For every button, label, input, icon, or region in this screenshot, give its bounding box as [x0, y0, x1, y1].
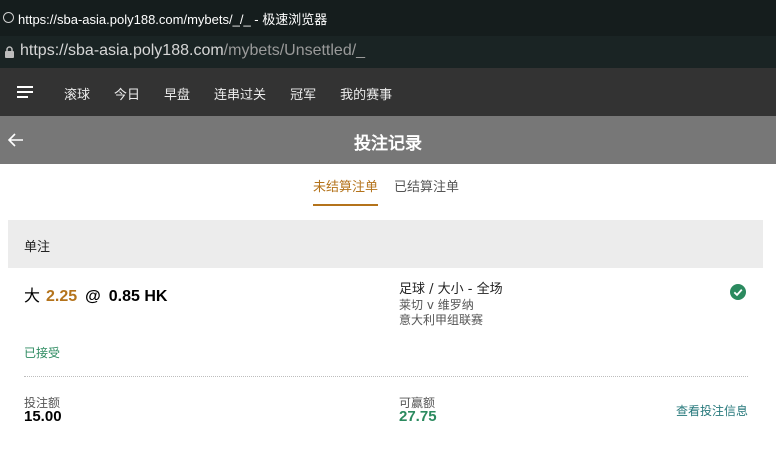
- selection-label: 大: [24, 288, 41, 305]
- url-host: https://sba-asia.poly188.com: [20, 42, 224, 59]
- tab-early[interactable]: 早盘: [164, 84, 190, 103]
- page-title: 投注记录: [354, 134, 422, 154]
- section-header: 单注: [8, 220, 763, 268]
- hamburger-menu-icon[interactable]: [17, 86, 33, 98]
- tab-my-events[interactable]: 我的赛事: [340, 84, 392, 103]
- bet-status: 已接受: [24, 346, 61, 360]
- at-symbol: @: [85, 288, 101, 305]
- bet-status-tabs: 未结算注单 已结算注单: [0, 164, 776, 206]
- tab-today[interactable]: 今日: [114, 84, 140, 103]
- tab-outright[interactable]: 冠军: [290, 84, 316, 103]
- tab-unsettled[interactable]: 未结算注单: [313, 176, 379, 206]
- browser-title-bar: https://sba-asia.poly188.com/mybets/_/_ …: [0, 0, 776, 36]
- url-text[interactable]: https://sba-asia.poly188.com/mybets/Unse…: [20, 42, 365, 60]
- address-bar[interactable]: https://sba-asia.poly188.com/mybets/Unse…: [0, 36, 776, 68]
- window-title: https://sba-asia.poly188.com/mybets/_/_ …: [18, 12, 328, 27]
- divider: [24, 376, 748, 377]
- section-title: 单注: [24, 240, 51, 255]
- market-info: 足球 / 大小 - 全场 莱切 v 维罗纳 意大利甲组联赛: [399, 282, 503, 328]
- match-name: 莱切 v 维罗纳: [399, 298, 474, 312]
- globe-icon: [3, 12, 14, 23]
- tab-settled[interactable]: 已结算注单: [394, 176, 459, 195]
- url-path: /mybets/Unsettled/_: [223, 42, 366, 59]
- potential-win-value: 27.75: [399, 408, 437, 425]
- league-name: 意大利甲组联赛: [399, 313, 484, 327]
- bet-selection: 大 2.25 @0.85 HK: [24, 282, 167, 306]
- page-header: 投注记录: [0, 116, 776, 164]
- market-name: 足球 / 大小 - 全场: [399, 282, 503, 297]
- tab-parlay[interactable]: 连串过关: [214, 84, 266, 103]
- sport-tabs: 滚球 今日 早盘 连串过关 冠军 我的赛事: [64, 84, 416, 103]
- tab-live[interactable]: 滚球: [64, 84, 90, 103]
- stake-value: 15.00: [24, 408, 62, 425]
- bet-card: 大 2.25 @0.85 HK 足球 / 大小 - 全场 莱切 v 维罗纳 意大利甲…: [8, 268, 763, 450]
- check-circle-icon: [730, 284, 746, 300]
- odds-value: 0.85 HK: [108, 288, 168, 305]
- lock-icon: [5, 46, 14, 58]
- handicap-line: 2.25: [46, 288, 78, 305]
- view-bet-details-link[interactable]: 查看投注信息: [676, 402, 748, 419]
- main-navbar: 滚球 今日 早盘 连串过关 冠军 我的赛事: [0, 68, 776, 116]
